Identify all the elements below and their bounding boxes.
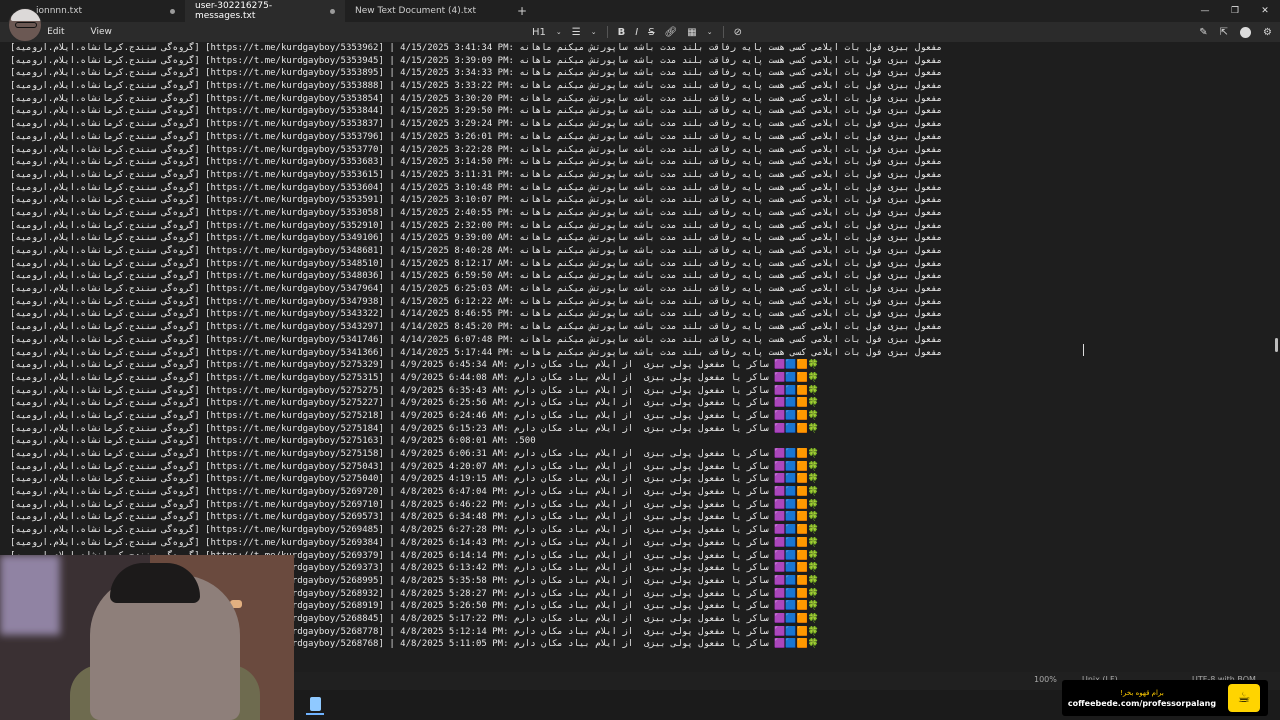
coffee-caption: برام قهوه بخر!	[1120, 688, 1164, 697]
text-line[interactable]: [گروه‌گی سنندج.کرمانشاه.ایلام.ارومیه] [h…	[0, 511, 1280, 524]
webcam-overlay	[0, 555, 294, 720]
table-icon[interactable]: ▦	[687, 27, 696, 38]
text-line[interactable]: [گروه‌گی سنندج.کرمانشاه.ایلام.ارومیه] [h…	[0, 42, 1280, 55]
notepad-icon	[309, 697, 321, 711]
text-line[interactable]: [گروه‌گی سنندج.کرمانشاه.ایلام.ارومیه] [h…	[0, 473, 1280, 486]
link-icon[interactable]: 🔗︎	[665, 27, 678, 38]
text-line[interactable]: [گروه‌گی سنندج.کرمانشاه.ایلام.ارومیه] [h…	[0, 372, 1280, 385]
text-line[interactable]: [گروه‌گی سنندج.کرمانشاه.ایلام.ارومیه] [h…	[0, 423, 1280, 436]
text-line[interactable]: [گروه‌گی سنندج.کرمانشاه.ایلام.ارومیه] [h…	[0, 207, 1280, 220]
text-line[interactable]: [گروه‌گی سنندج.کرمانشاه.ایلام.ارومیه] [h…	[0, 448, 1280, 461]
text-line[interactable]: [گروه‌گی سنندج.کرمانشاه.ایلام.ارومیه] [h…	[0, 93, 1280, 106]
text-line[interactable]: [گروه‌گی سنندج.کرمانشاه.ایلام.ارومیه] [h…	[0, 397, 1280, 410]
text-line[interactable]: [گروه‌گی سنندج.کرمانشاه.ایلام.ارومیه] [h…	[0, 232, 1280, 245]
text-line[interactable]: [گروه‌گی سنندج.کرمانشاه.ایلام.ارومیه] [h…	[0, 105, 1280, 118]
gear-icon[interactable]: ⚙	[1263, 27, 1272, 38]
coffee-donation-badge: برام قهوه بخر! coffeebede.com/professorp…	[1062, 680, 1268, 716]
text-line[interactable]: [گروه‌گی سنندج.کرمانشاه.ایلام.ارومیه] [h…	[0, 270, 1280, 283]
strikethrough-button[interactable]: S	[648, 27, 654, 38]
text-line[interactable]: [گروه‌گی سنندج.کرمانشاه.ایلام.ارومیه] [h…	[0, 67, 1280, 80]
notepad-taskbar-button[interactable]	[306, 695, 324, 715]
zoom-level[interactable]: 100%	[1034, 675, 1057, 684]
text-cursor-icon	[1083, 344, 1089, 356]
minimize-icon: —	[1200, 6, 1210, 16]
scrollbar-thumb[interactable]	[1275, 338, 1278, 352]
text-line[interactable]: [گروه‌گی سنندج.کرمانشاه.ایلام.ارومیه] [h…	[0, 258, 1280, 271]
close-icon: ✕	[1261, 6, 1269, 16]
account-icon[interactable]	[1240, 26, 1252, 38]
tab-label: ionnnn.txt	[36, 6, 83, 16]
bold-button[interactable]: B	[618, 27, 626, 38]
text-line[interactable]: [گروه‌گی سنندج.کرمانشاه.ایلام.ارومیه] [h…	[0, 55, 1280, 68]
text-line[interactable]: [گروه‌گی سنندج.کرمانشاه.ایلام.ارومیه] [h…	[0, 524, 1280, 537]
chevron-down-icon: ⌄	[706, 28, 713, 36]
streamer-avatar	[8, 8, 42, 42]
copilot-icon[interactable]: ✎	[1199, 27, 1207, 38]
text-line[interactable]: [گروه‌گی سنندج.کرمانشاه.ایلام.ارومیه] [h…	[0, 156, 1280, 169]
coffee-cup-icon: ☕	[1228, 684, 1260, 712]
chevron-down-icon: ⌄	[555, 28, 562, 36]
text-line[interactable]: [گروه‌گی سنندج.کرمانشاه.ایلام.ارومیه] [h…	[0, 435, 1280, 448]
text-line[interactable]: [گروه‌گی سنندج.کرمانشاه.ایلام.ارومیه] [h…	[0, 385, 1280, 398]
close-button[interactable]: ✕	[1250, 0, 1280, 22]
avatar-glasses	[15, 22, 37, 28]
window-controls: — ❐ ✕	[1190, 0, 1280, 22]
text-line[interactable]: [گروه‌گی سنندج.کرمانشاه.ایلام.ارومیه] [h…	[0, 308, 1280, 321]
format-toolbar: H1 ⌄ ☰ ⌄ B I S 🔗︎ ▦ ⌄ ⊘	[532, 22, 742, 42]
text-line[interactable]: [گروه‌گی سنندج.کرمانشاه.ایلام.ارومیه] [h…	[0, 410, 1280, 423]
maximize-icon: ❐	[1230, 6, 1240, 16]
menu-view[interactable]: View	[81, 27, 122, 37]
text-line[interactable]: [گروه‌گی سنندج.کرمانشاه.ایلام.ارومیه] [h…	[0, 486, 1280, 499]
text-line[interactable]: [گروه‌گی سنندج.کرمانشاه.ایلام.ارومیه] [h…	[0, 220, 1280, 233]
coffee-text: برام قهوه بخر! coffeebede.com/professorp…	[1062, 689, 1222, 708]
divider	[722, 26, 724, 38]
text-line[interactable]: [گروه‌گی سنندج.کرمانشاه.ایلام.ارومیه] [h…	[0, 283, 1280, 296]
avatar-cap	[11, 9, 41, 21]
webcam-light	[0, 555, 60, 635]
unsaved-dot-icon	[330, 8, 335, 14]
text-line[interactable]: [گروه‌گی سنندج.کرمانشاه.ایلام.ارومیه] [h…	[0, 80, 1280, 93]
divider	[606, 26, 608, 38]
plus-icon: +	[516, 4, 528, 18]
text-line[interactable]: [گروه‌گی سنندج.کرمانشاه.ایلام.ارومیه] [h…	[0, 194, 1280, 207]
text-line[interactable]: [گروه‌گی سنندج.کرمانشاه.ایلام.ارومیه] [h…	[0, 144, 1280, 157]
tab-label: user-302216275-messages.txt	[195, 1, 273, 21]
toolbar: File Edit View H1 ⌄ ☰ ⌄ B I S 🔗︎ ▦ ⌄ ⊘ ✎…	[0, 22, 1280, 42]
menu-edit[interactable]: Edit	[37, 27, 74, 37]
chevron-down-icon: ⌄	[590, 28, 597, 36]
list-dropdown-icon[interactable]: ☰	[572, 27, 581, 38]
text-line[interactable]: [گروه‌گی سنندج.کرمانشاه.ایلام.ارومیه] [h…	[0, 131, 1280, 144]
right-tools: ✎ ⇱ ⚙	[1199, 22, 1272, 42]
new-tab-button[interactable]: +	[510, 0, 534, 22]
text-line[interactable]: [گروه‌گی سنندج.کرمانشاه.ایلام.ارومیه] [h…	[0, 169, 1280, 182]
minimize-button[interactable]: —	[1190, 0, 1220, 22]
text-line[interactable]: [گروه‌گی سنندج.کرمانشاه.ایلام.ارومیه] [h…	[0, 182, 1280, 195]
heading-dropdown[interactable]: H1	[532, 27, 546, 38]
tab-user-messages[interactable]: user-302216275-messages.txt	[185, 0, 345, 22]
maximize-button[interactable]: ❐	[1220, 0, 1250, 22]
text-line[interactable]: [گروه‌گی سنندج.کرمانشاه.ایلام.ارومیه] [h…	[0, 118, 1280, 131]
text-line[interactable]: [گروه‌گی سنندج.کرمانشاه.ایلام.ارومیه] [h…	[0, 461, 1280, 474]
italic-button[interactable]: I	[635, 27, 638, 38]
title-bar: ionnnn.txt user-302216275-messages.txt N…	[0, 0, 1280, 22]
webcam-person-cap	[110, 563, 200, 603]
coffee-url: coffeebede.com/professorpalang	[1067, 698, 1217, 708]
share-icon[interactable]: ⇱	[1220, 27, 1228, 38]
tab-label: New Text Document (4).txt	[355, 6, 477, 16]
text-line[interactable]: [گروه‌گی سنندج.کرمانشاه.ایلام.ارومیه] [h…	[0, 537, 1280, 550]
unsaved-dot-icon	[170, 8, 175, 14]
text-line[interactable]: [گروه‌گی سنندج.کرمانشاه.ایلام.ارومیه] [h…	[0, 359, 1280, 372]
text-line[interactable]: [گروه‌گی سنندج.کرمانشاه.ایلام.ارومیه] [h…	[0, 245, 1280, 258]
text-line[interactable]: [گروه‌گی سنندج.کرمانشاه.ایلام.ارومیه] [h…	[0, 321, 1280, 334]
text-line[interactable]: [گروه‌گی سنندج.کرمانشاه.ایلام.ارومیه] [h…	[0, 296, 1280, 309]
text-line[interactable]: [گروه‌گی سنندج.کرمانشاه.ایلام.ارومیه] [h…	[0, 499, 1280, 512]
tab-new-text-document[interactable]: New Text Document (4).txt	[345, 0, 510, 22]
clear-format-icon[interactable]: ⊘	[734, 27, 742, 38]
